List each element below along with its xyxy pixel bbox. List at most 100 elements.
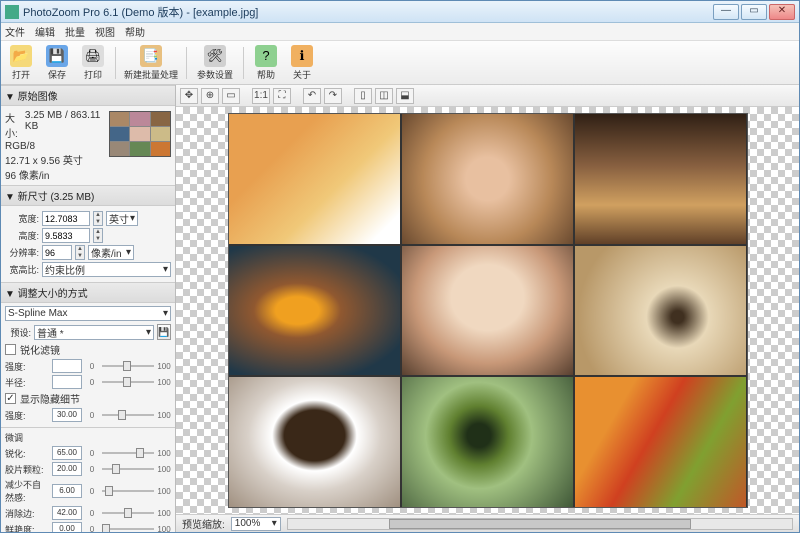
zoom-select[interactable]: 100%▾ <box>231 517 281 531</box>
artifact-value[interactable]: 6.00 <box>52 484 82 498</box>
zoom-in-tool[interactable]: ⊕ <box>201 88 219 104</box>
menu-help[interactable]: 帮助 <box>125 24 145 39</box>
height-spinner[interactable]: ▲▼ <box>93 228 103 243</box>
vibrance-slider[interactable] <box>102 523 154 532</box>
preview-image <box>228 113 748 508</box>
split-none[interactable]: ▯ <box>354 88 372 104</box>
statusbar: 预览缩放: 100%▾ <box>176 514 799 532</box>
panel-newsize-header[interactable]: ▼ 新尺寸 (3.25 MB) <box>1 185 175 206</box>
help-button[interactable]: ?帮助 <box>252 45 280 81</box>
intensity-label: 强度: <box>5 360 49 373</box>
menu-batch[interactable]: 批量 <box>65 24 85 39</box>
intensity-value[interactable] <box>52 359 82 373</box>
select-tool[interactable]: ▭ <box>222 88 240 104</box>
preset-select[interactable]: 普通 *▾ <box>34 325 154 340</box>
close-button[interactable]: ✕ <box>769 4 795 20</box>
rotate-right[interactable]: ↷ <box>324 88 342 104</box>
grid-cell <box>229 114 400 244</box>
sharpen-value[interactable]: 65.00 <box>52 446 82 460</box>
save-button[interactable]: 💾保存 <box>43 45 71 81</box>
thumbnail[interactable] <box>109 111 171 157</box>
help-icon: ? <box>255 45 277 67</box>
zoom-fit[interactable]: ⛶ <box>273 88 291 104</box>
batch-icon: 📑 <box>140 45 162 67</box>
new-batch-button[interactable]: 📑新建批量处理 <box>124 45 178 81</box>
grid-cell <box>229 246 400 376</box>
info-icon: ℹ <box>291 45 313 67</box>
width-spinner[interactable]: ▲▼ <box>93 211 103 226</box>
artifact-slider[interactable] <box>102 485 154 497</box>
size-label: 大小: <box>5 110 25 140</box>
resolution-info: 96 像素/in <box>5 167 105 182</box>
canvas-toolbar: ✥ ⊕ ▭ 1:1 ⛶ ↶ ↷ ▯ ◫ ⬓ <box>176 85 799 107</box>
resolution-unit-select[interactable]: 像素/in▾ <box>88 245 134 260</box>
gear-icon: 🛠 <box>204 45 226 67</box>
sidebar: ▼ 原始图像 大小:3.25 MB / 863.11 KB RGB/8 12.7… <box>1 85 176 532</box>
detail-intensity-value[interactable]: 30.00 <box>52 408 82 422</box>
zoom-100[interactable]: 1:1 <box>252 88 270 104</box>
app-icon <box>5 5 19 19</box>
grid-cell <box>575 114 746 244</box>
settings-button[interactable]: 🛠参数设置 <box>195 45 235 81</box>
sharpen-checkbox[interactable] <box>5 344 16 355</box>
intensity-slider[interactable] <box>102 360 154 372</box>
panel-newsize: 宽度: ▲▼ 英寸▾ 高度: ▲▼ 分辨率: ▲▼ 像素/in▾ <box>1 206 175 282</box>
method-select[interactable]: S-Spline Max▾ <box>5 306 171 321</box>
color-mode: RGB/8 <box>5 141 105 152</box>
rotate-left[interactable]: ↶ <box>303 88 321 104</box>
panel-method: S-Spline Max▾ 预设: 普通 *▾ 💾 锐化滤镜 强度:0100 半… <box>1 303 175 427</box>
toolbar-separator <box>243 47 244 79</box>
preset-save-button[interactable]: 💾 <box>157 324 171 340</box>
printer-icon: 🖨 <box>82 45 104 67</box>
open-button[interactable]: 📂打开 <box>7 45 35 81</box>
canvas-viewport[interactable] <box>176 107 799 514</box>
size-value: 3.25 MB / 863.11 KB <box>25 110 105 140</box>
width-label: 宽度: <box>5 212 39 225</box>
detail-intensity-slider[interactable] <box>102 409 154 421</box>
height-label: 高度: <box>5 229 39 242</box>
edge-slider[interactable] <box>102 507 154 519</box>
aspect-select[interactable]: 约束比例▾ <box>42 262 171 277</box>
width-input[interactable] <box>42 211 90 226</box>
menubar: 文件 编辑 批量 视图 帮助 <box>1 23 799 41</box>
menu-file[interactable]: 文件 <box>5 24 25 39</box>
grid-cell <box>575 377 746 507</box>
panel-original-header[interactable]: ▼ 原始图像 <box>1 85 175 106</box>
vibrance-value[interactable]: 0.00 <box>52 522 82 532</box>
about-button[interactable]: ℹ关于 <box>288 45 316 81</box>
menu-view[interactable]: 视图 <box>95 24 115 39</box>
panel-method-header[interactable]: ▼ 调整大小的方式 <box>1 282 175 303</box>
detail-intensity-label: 强度: <box>5 409 49 422</box>
radius-value[interactable] <box>52 375 82 389</box>
menu-edit[interactable]: 编辑 <box>35 24 55 39</box>
window-title: PhotoZoom Pro 6.1 (Demo 版本) - [example.j… <box>23 4 713 20</box>
titlebar: PhotoZoom Pro 6.1 (Demo 版本) - [example.j… <box>1 1 799 23</box>
print-button[interactable]: 🖨打印 <box>79 45 107 81</box>
detail-label: 显示隐藏细节 <box>20 391 80 406</box>
main-area: ▼ 原始图像 大小:3.25 MB / 863.11 KB RGB/8 12.7… <box>1 85 799 532</box>
disk-icon: 💾 <box>46 45 68 67</box>
toolbar-separator <box>115 47 116 79</box>
main-toolbar: 📂打开 💾保存 🖨打印 📑新建批量处理 🛠参数设置 ?帮助 ℹ关于 <box>1 41 799 85</box>
split-vert[interactable]: ⬓ <box>396 88 414 104</box>
resolution-input[interactable] <box>42 245 72 260</box>
sharpen-label: 锐化滤镜 <box>20 342 60 357</box>
grid-cell <box>402 114 573 244</box>
nav-tool[interactable]: ✥ <box>180 88 198 104</box>
edge-value[interactable]: 42.00 <box>52 506 82 520</box>
split-horiz[interactable]: ◫ <box>375 88 393 104</box>
horizontal-scrollbar[interactable] <box>287 518 793 530</box>
minimize-button[interactable]: — <box>713 4 739 20</box>
radius-slider[interactable] <box>102 376 154 388</box>
maximize-button[interactable]: ▭ <box>741 4 767 20</box>
grid-cell <box>575 246 746 376</box>
aspect-label: 宽高比: <box>5 263 39 276</box>
folder-icon: 📂 <box>10 45 32 67</box>
unit-select[interactable]: 英寸▾ <box>106 211 138 226</box>
resolution-spinner[interactable]: ▲▼ <box>75 245 85 260</box>
sharpen-slider[interactable] <box>102 447 154 459</box>
grain-slider[interactable] <box>102 463 154 475</box>
height-input[interactable] <box>42 228 90 243</box>
detail-checkbox[interactable]: ✓ <box>5 393 16 404</box>
grain-value[interactable]: 20.00 <box>52 462 82 476</box>
